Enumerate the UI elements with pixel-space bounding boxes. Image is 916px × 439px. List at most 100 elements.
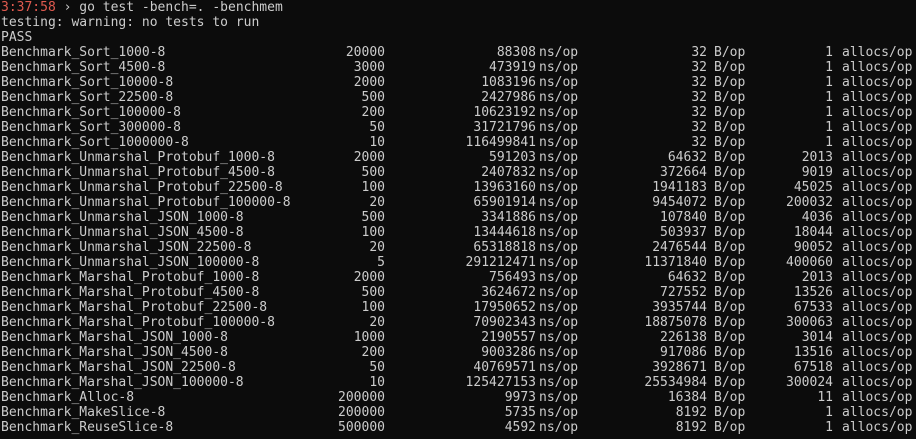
allocs-per-op: 1	[825, 75, 833, 90]
ns-per-op: 125427153	[465, 375, 536, 390]
ns-per-op: 65318818	[473, 240, 536, 255]
allocs-unit: allocs/op	[842, 180, 913, 195]
allocs-unit: allocs/op	[842, 105, 913, 120]
allocs-per-op: 9019	[801, 165, 833, 180]
ns-per-op: 70902343	[473, 315, 536, 330]
benchmark-row: Benchmark_Unmarshal_Protobuf_1000-8 2000 5…	[1, 150, 916, 165]
benchmark-name: Benchmark_Alloc-8	[1, 390, 135, 405]
ns-unit: ns/op	[539, 375, 579, 390]
iterations: 50	[369, 120, 385, 135]
benchmark-row: Benchmark_Marshal_JSON_100000-8 10 1254271…	[1, 375, 916, 390]
ns-per-op: 3341886	[481, 210, 536, 225]
ns-per-op: 2427986	[481, 90, 536, 105]
bytes-per-op: 3935744	[652, 300, 707, 315]
bytes-unit: B/op	[714, 300, 746, 315]
ns-unit: ns/op	[539, 135, 579, 150]
allocs-per-op: 11	[817, 390, 833, 405]
ns-unit: ns/op	[539, 165, 579, 180]
ns-per-op: 3624672	[481, 285, 536, 300]
ns-unit: ns/op	[539, 405, 579, 420]
ns-per-op: 31721796	[473, 120, 536, 135]
iterations: 5	[377, 255, 385, 270]
benchmark-name: Benchmark_Sort_10000-8	[1, 75, 174, 90]
iterations: 100	[361, 225, 385, 240]
bytes-unit: B/op	[714, 225, 746, 240]
bytes-per-op: 11371840	[644, 255, 707, 270]
iterations: 1000	[353, 330, 385, 345]
allocs-per-op: 1	[825, 135, 833, 150]
ns-per-op: 2407832	[481, 165, 536, 180]
benchmark-name: Benchmark_Marshal_Protobuf_22500-8	[1, 300, 268, 315]
bytes-unit: B/op	[714, 345, 746, 360]
allocs-unit: allocs/op	[842, 375, 913, 390]
bytes-per-op: 32	[691, 135, 707, 150]
iterations: 200000	[338, 405, 385, 420]
ns-per-op: 2190557	[481, 330, 536, 345]
bytes-per-op: 3928671	[652, 360, 707, 375]
ns-unit: ns/op	[539, 180, 579, 195]
ns-unit: ns/op	[539, 420, 579, 435]
allocs-per-op: 300024	[786, 375, 833, 390]
benchmark-name: Benchmark_Marshal_JSON_1000-8	[1, 330, 228, 345]
benchmark-name: Benchmark_Unmarshal_Protobuf_4500-8	[1, 165, 275, 180]
ns-per-op: 17950652	[473, 300, 536, 315]
iterations: 2000	[353, 75, 385, 90]
iterations: 500	[361, 165, 385, 180]
bytes-unit: B/op	[714, 330, 746, 345]
bytes-unit: B/op	[714, 165, 746, 180]
benchmark-name: Benchmark_Unmarshal_Protobuf_100000-8	[1, 195, 291, 210]
allocs-unit: allocs/op	[842, 45, 913, 60]
allocs-per-op: 1	[825, 90, 833, 105]
allocs-per-op: 3014	[801, 330, 833, 345]
bytes-per-op: 64632	[667, 270, 707, 285]
bytes-per-op: 9454072	[652, 195, 707, 210]
prompt-separator: ›	[63, 0, 72, 15]
bytes-per-op: 1941183	[652, 180, 707, 195]
benchmark-row: Benchmark_Sort_22500-8 500 2427986 ns/op 32 B…	[1, 90, 916, 105]
iterations: 500	[361, 285, 385, 300]
benchmark-name: Benchmark_Marshal_Protobuf_4500-8	[1, 285, 260, 300]
ns-unit: ns/op	[539, 270, 579, 285]
benchmark-row: Benchmark_Marshal_Protobuf_22500-8 100 179…	[1, 300, 916, 315]
ns-unit: ns/op	[539, 150, 579, 165]
iterations: 20	[369, 240, 385, 255]
allocs-unit: allocs/op	[842, 60, 913, 75]
ns-per-op: 473919	[489, 60, 536, 75]
ns-unit: ns/op	[539, 315, 579, 330]
terminal-window[interactable]: 3:37:58 › go test -bench=. -benchmem tes…	[0, 0, 916, 439]
bytes-per-op: 16384	[667, 390, 707, 405]
ns-unit: ns/op	[539, 105, 579, 120]
bytes-per-op: 32	[691, 75, 707, 90]
allocs-per-op: 200032	[786, 195, 833, 210]
bytes-unit: B/op	[714, 255, 746, 270]
benchmark-row: Benchmark_Marshal_JSON_1000-8 1000 2190557…	[1, 330, 916, 345]
ns-per-op: 9973	[504, 390, 536, 405]
benchmark-row: Benchmark_Sort_4500-8 3000 473919 ns/op 32 B/…	[1, 60, 916, 75]
iterations: 20	[369, 195, 385, 210]
allocs-per-op: 1	[825, 420, 833, 435]
bytes-unit: B/op	[714, 315, 746, 330]
ns-unit: ns/op	[539, 45, 579, 60]
allocs-unit: allocs/op	[842, 225, 913, 240]
allocs-unit: allocs/op	[842, 285, 913, 300]
ns-unit: ns/op	[539, 330, 579, 345]
benchmark-name: Benchmark_Marshal_Protobuf_1000-8	[1, 270, 260, 285]
benchmark-row: Benchmark_Sort_10000-8 2000 1083196 ns/op 32…	[1, 75, 916, 90]
allocs-per-op: 400060	[786, 255, 833, 270]
benchmark-name: Benchmark_Marshal_JSON_100000-8	[1, 375, 244, 390]
bytes-per-op: 2476544	[652, 240, 707, 255]
benchmark-row: Benchmark_Unmarshal_JSON_22500-8 20 653188…	[1, 240, 916, 255]
bytes-unit: B/op	[714, 375, 746, 390]
benchmark-row: Benchmark_Marshal_JSON_22500-8 50 40769571…	[1, 360, 916, 375]
iterations: 50	[369, 360, 385, 375]
bytes-per-op: 32	[691, 90, 707, 105]
allocs-unit: allocs/op	[842, 270, 913, 285]
ns-unit: ns/op	[539, 360, 579, 375]
iterations: 500000	[338, 420, 385, 435]
iterations: 3000	[353, 60, 385, 75]
bytes-unit: B/op	[714, 195, 746, 210]
iterations: 200	[361, 105, 385, 120]
prompt-line: 3:37:58 › go test -bench=. -benchmem	[1, 0, 916, 15]
allocs-unit: allocs/op	[842, 75, 913, 90]
benchmark-name: Benchmark_Sort_300000-8	[1, 120, 182, 135]
